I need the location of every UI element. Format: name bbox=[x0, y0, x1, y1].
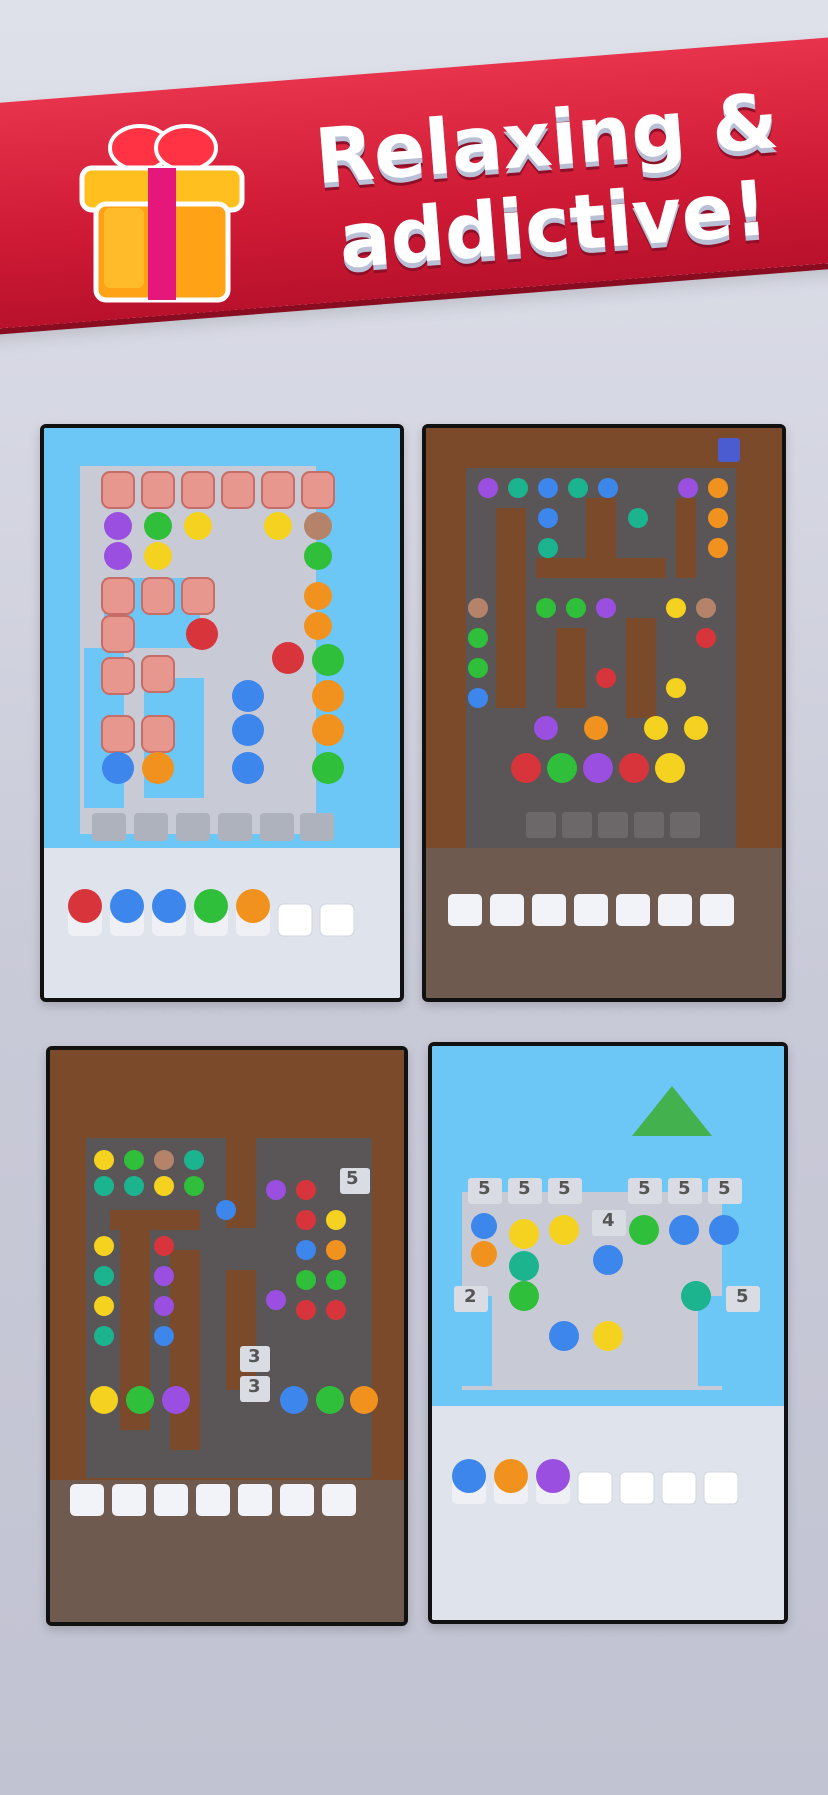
level-panel-1[interactable] bbox=[40, 424, 404, 1002]
counter-b: 3 bbox=[248, 1376, 261, 1397]
counter-row-4: 5 bbox=[638, 1178, 651, 1199]
level-panel-2[interactable] bbox=[422, 424, 786, 1002]
counter-mid: 4 bbox=[602, 1210, 615, 1231]
counter-row-1: 5 bbox=[478, 1178, 491, 1199]
counter-row-5: 5 bbox=[678, 1178, 691, 1199]
counter-top: 5 bbox=[346, 1168, 359, 1189]
counter-row-3: 5 bbox=[558, 1178, 571, 1199]
level-panel-4[interactable]: 5 5 5 5 5 5 4 2 5 bbox=[428, 1042, 788, 1624]
tray bbox=[448, 894, 734, 926]
counter-left: 2 bbox=[464, 1286, 477, 1307]
gift-icon bbox=[79, 124, 245, 303]
shopping-bag-icon bbox=[718, 438, 740, 462]
level-panel-3[interactable]: 5 3 3 bbox=[46, 1046, 408, 1626]
tray bbox=[70, 1484, 356, 1516]
counter-row-6: 5 bbox=[718, 1178, 731, 1199]
counter-a: 3 bbox=[248, 1346, 261, 1367]
counter-row-2: 5 bbox=[518, 1178, 531, 1199]
counter-right: 5 bbox=[736, 1286, 749, 1307]
